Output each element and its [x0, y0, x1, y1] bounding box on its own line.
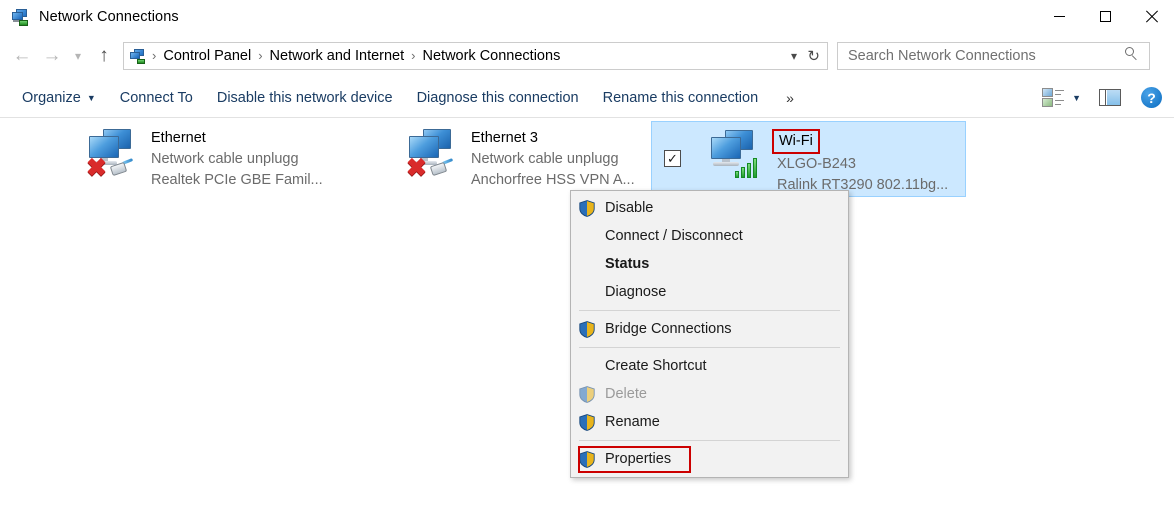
wireless-adapter-connected-icon	[707, 128, 767, 180]
context-menu-item-label: Delete	[605, 386, 647, 402]
forward-button[interactable]: →	[37, 41, 67, 71]
no-icon-spacer	[579, 284, 595, 301]
breadcrumb-control-panel[interactable]: Control Panel	[163, 48, 251, 64]
context-menu-item-disable[interactable]: Disable	[571, 194, 848, 222]
breadcrumb-separator: ›	[258, 48, 263, 63]
command-rename-connection-label: Rename this connection	[602, 89, 759, 106]
context-menu-item-diagnose[interactable]: Diagnose	[571, 278, 848, 306]
command-bar-right-group: ▼ ?	[1040, 87, 1166, 109]
error-x-icon: ✖	[406, 154, 427, 182]
chevron-down-icon: ▼	[86, 92, 96, 103]
address-location-icon	[129, 48, 145, 64]
context-menu-item-label: Bridge Connections	[605, 321, 732, 337]
connection-name: Ethernet 3	[471, 130, 538, 146]
change-view-icon[interactable]	[1040, 87, 1066, 109]
no-icon-spacer	[579, 358, 595, 375]
connection-status: XLGO-B243	[777, 156, 856, 172]
context-menu: Disable Connect / Disconnect Status Diag…	[570, 190, 849, 478]
minimize-icon	[1053, 16, 1065, 17]
recent-locations-button[interactable]: ▾	[67, 41, 89, 71]
context-menu-item-bridge-connections[interactable]: Bridge Connections	[571, 315, 848, 343]
up-button[interactable]: ↑	[89, 41, 119, 71]
uac-shield-icon	[579, 385, 595, 403]
search-icon	[1125, 46, 1139, 61]
context-menu-item-rename[interactable]: Rename	[571, 408, 848, 436]
context-menu-separator	[579, 440, 840, 441]
minimize-button[interactable]	[1036, 0, 1082, 33]
maximize-icon	[1099, 11, 1111, 22]
uac-shield-icon	[579, 320, 595, 338]
connection-device: Realtek PCIe GBE Famil...	[151, 172, 323, 188]
maximize-button[interactable]	[1082, 0, 1128, 33]
close-icon	[1145, 10, 1158, 23]
refresh-icon[interactable]: ↻	[807, 47, 820, 65]
preview-pane-icon[interactable]	[1099, 89, 1121, 106]
back-button[interactable]: ←	[7, 41, 37, 71]
connection-name: Wi-Fi	[772, 129, 820, 154]
command-rename-connection[interactable]: Rename this connection	[591, 85, 771, 111]
uac-shield-icon	[579, 199, 595, 217]
context-menu-item-create-shortcut[interactable]: Create Shortcut	[571, 352, 848, 380]
command-connect-to[interactable]: Connect To	[108, 85, 205, 111]
command-bar: Organize ▼ Connect To Disable this netwo…	[0, 78, 1174, 118]
context-menu-item-label: Diagnose	[605, 284, 667, 300]
breadcrumb-network-connections[interactable]: Network Connections	[423, 48, 561, 64]
context-menu-item-connect-disconnect[interactable]: Connect / Disconnect	[571, 222, 848, 250]
window-title: Network Connections	[39, 8, 179, 25]
title-bar: Network Connections	[0, 0, 1174, 33]
network-adapter-disconnected-icon: ✖	[405, 127, 465, 182]
context-menu-separator	[579, 310, 840, 311]
connection-status: Network cable unplugg	[471, 151, 619, 167]
command-diagnose-connection-label: Diagnose this connection	[416, 89, 579, 106]
command-disable-device[interactable]: Disable this network device	[205, 85, 405, 111]
help-icon[interactable]: ?	[1141, 87, 1162, 108]
context-menu-item-label: Disable	[605, 200, 654, 216]
signal-strength-icon	[735, 156, 761, 178]
context-menu-item-label: Create Shortcut	[605, 358, 707, 374]
command-overflow-button[interactable]: »	[776, 85, 804, 111]
connection-status: Network cable unplugg	[151, 151, 299, 167]
connection-device: Anchorfree HSS VPN A...	[471, 172, 635, 188]
breadcrumb-network-and-internet[interactable]: Network and Internet	[270, 48, 405, 64]
search-input[interactable]: Search Network Connections	[848, 48, 1036, 64]
search-box[interactable]: Search Network Connections	[837, 41, 1150, 70]
context-menu-separator	[579, 347, 840, 348]
command-disable-device-label: Disable this network device	[216, 89, 393, 106]
close-button[interactable]	[1128, 0, 1174, 33]
connection-item-wifi[interactable]: ✓ Wi-Fi XLGO-B243 Ralink RT3290 802.11bg…	[651, 121, 966, 197]
breadcrumb-separator: ›	[411, 48, 416, 63]
command-organize-label: Organize	[22, 89, 81, 106]
address-bar[interactable]: › Control Panel › Network and Internet ›…	[123, 41, 828, 70]
network-connections-icon	[11, 8, 29, 26]
command-diagnose-connection[interactable]: Diagnose this connection	[405, 85, 591, 111]
command-connect-to-label: Connect To	[119, 89, 193, 106]
breadcrumb-separator: ›	[152, 48, 157, 63]
connection-item-ethernet[interactable]: ✖ Ethernet Network cable unplugg Realtek…	[85, 125, 400, 197]
chevron-down-icon[interactable]: ▾	[791, 49, 797, 63]
context-menu-item-delete: Delete	[571, 380, 848, 408]
change-view-dropdown-caret[interactable]: ▼	[1066, 93, 1091, 103]
uac-shield-icon	[579, 450, 595, 468]
no-icon-spacer	[579, 256, 595, 273]
window-controls	[1036, 0, 1174, 33]
checkmark-icon: ✓	[667, 151, 678, 166]
network-adapter-disconnected-icon: ✖	[85, 127, 145, 182]
context-menu-item-label: Connect / Disconnect	[605, 228, 743, 244]
command-organize[interactable]: Organize ▼	[10, 85, 108, 111]
connection-checkbox[interactable]: ✓	[664, 150, 681, 167]
uac-shield-icon	[579, 413, 595, 431]
context-menu-item-label: Rename	[605, 414, 660, 430]
context-menu-item-properties[interactable]: Properties	[571, 445, 848, 473]
context-menu-item-label: Status	[605, 256, 650, 272]
address-bar-row: ← → ▾ ↑ › Control Panel › Network and In…	[0, 33, 1174, 78]
context-menu-item-status[interactable]: Status	[571, 250, 848, 278]
context-menu-item-label: Properties	[605, 451, 672, 467]
no-icon-spacer	[579, 228, 595, 245]
connection-name: Ethernet	[151, 130, 206, 146]
error-x-icon: ✖	[86, 154, 107, 182]
